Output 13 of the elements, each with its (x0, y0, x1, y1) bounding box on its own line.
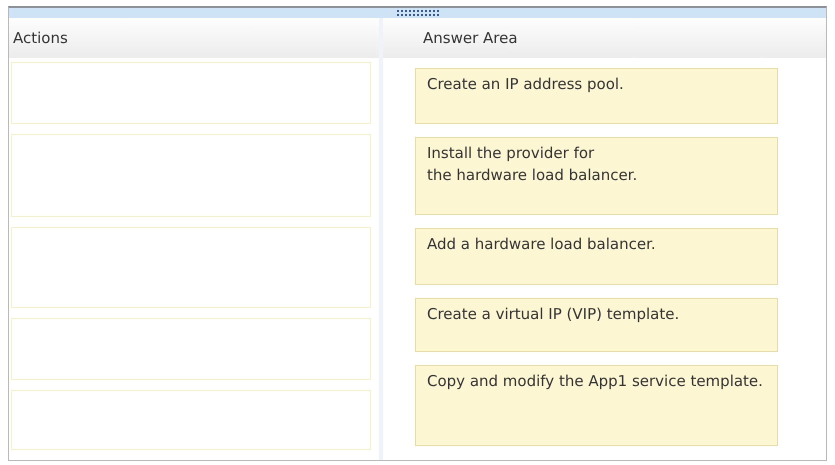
pane-title: Answer Area (422, 28, 518, 49)
answer-item[interactable]: Install the provider for the hardware load balancer. (415, 137, 778, 215)
drop-slot[interactable] (11, 62, 371, 124)
grip-icon[interactable] (396, 10, 438, 16)
pane-title: Actions (12, 28, 68, 49)
answer-item[interactable]: Create a virtual IP (VIP) template. (415, 298, 778, 352)
drop-slot[interactable] (11, 134, 371, 217)
drop-slot[interactable] (11, 390, 371, 450)
drop-slot[interactable] (11, 318, 371, 380)
answer-item[interactable]: Create an IP address pool. (415, 68, 778, 124)
answer-item[interactable]: Add a hardware load balancer. (415, 228, 778, 285)
drop-slot[interactable] (11, 227, 371, 308)
answer-item[interactable]: Copy and modify the App1 service template. (415, 365, 778, 446)
